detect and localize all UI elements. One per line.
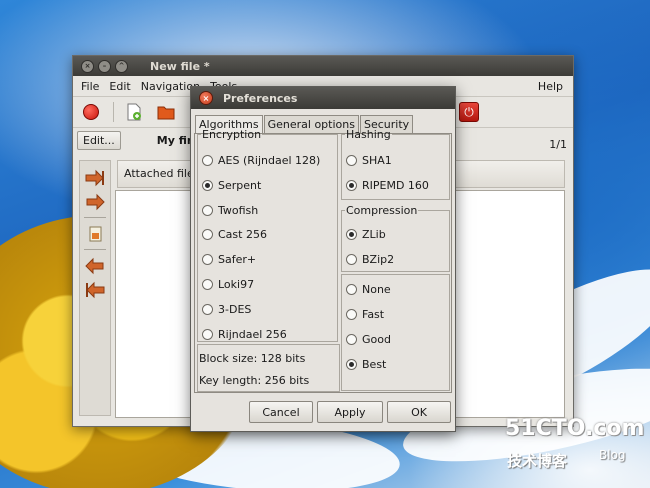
ok-button[interactable]: OK bbox=[387, 401, 451, 423]
cancel-button[interactable]: Cancel bbox=[249, 401, 313, 423]
radio-button[interactable] bbox=[346, 283, 357, 295]
watermark-subtitle: 技术博客 bbox=[507, 452, 568, 470]
radio-button[interactable] bbox=[202, 253, 213, 265]
radio-button[interactable] bbox=[202, 303, 213, 315]
option-label: None bbox=[362, 282, 391, 296]
radio-button[interactable] bbox=[202, 328, 213, 340]
radio-3des[interactable]: 3-DES bbox=[202, 302, 251, 316]
radio-serpent[interactable]: Serpent bbox=[202, 178, 261, 192]
radio-fast[interactable]: Fast bbox=[346, 307, 384, 321]
radio-button[interactable] bbox=[346, 253, 357, 265]
attach-file-icon[interactable] bbox=[85, 225, 105, 243]
radio-button[interactable] bbox=[202, 179, 213, 191]
option-label: BZip2 bbox=[362, 252, 395, 266]
hashing-group: Hashing SHA1 RIPEMD 160 bbox=[341, 128, 450, 200]
radio-twofish[interactable]: Twofish bbox=[202, 203, 258, 217]
menu-file[interactable]: File bbox=[81, 80, 99, 93]
option-label: Serpent bbox=[218, 178, 262, 192]
radio-button[interactable] bbox=[346, 308, 357, 320]
dialog-buttons: Cancel Apply OK bbox=[191, 401, 455, 425]
encryption-group: Encryption AES (Rijndael 128) Serpent Tw… bbox=[197, 128, 338, 342]
compression-legend: Compression bbox=[346, 204, 418, 217]
option-label: Rijndael 256 bbox=[218, 327, 287, 341]
radio-loki97[interactable]: Loki97 bbox=[202, 277, 254, 291]
option-label: Cast 256 bbox=[218, 227, 267, 241]
close-icon[interactable]: × bbox=[199, 91, 213, 105]
watermark-blog: Blog bbox=[599, 448, 626, 462]
radio-saferplus[interactable]: Safer+ bbox=[202, 252, 256, 266]
menu-edit[interactable]: Edit bbox=[109, 80, 130, 93]
option-label: SHA1 bbox=[362, 153, 392, 167]
option-label: Best bbox=[362, 357, 387, 371]
compression-group: Compression ZLib BZip2 bbox=[341, 204, 450, 272]
side-separator bbox=[84, 249, 106, 250]
open-folder-icon[interactable] bbox=[156, 102, 176, 122]
radio-best[interactable]: Best bbox=[346, 357, 386, 371]
option-label: Safer+ bbox=[218, 252, 257, 266]
main-titlebar: × – ^ New file * bbox=[73, 56, 573, 76]
record-icon[interactable] bbox=[81, 102, 101, 122]
compression-level-group: None Fast Good Best bbox=[341, 274, 450, 391]
radio-button[interactable] bbox=[346, 179, 357, 191]
menu-help[interactable]: Help bbox=[538, 80, 563, 93]
power-icon[interactable]: ⏻ bbox=[459, 102, 479, 122]
algorithms-panel: Encryption AES (Rijndael 128) Serpent Tw… bbox=[194, 128, 452, 393]
radio-bzip2[interactable]: BZip2 bbox=[346, 252, 394, 266]
option-label: AES (Rijndael 128) bbox=[218, 153, 321, 167]
radio-cast256[interactable]: Cast 256 bbox=[202, 227, 267, 241]
window-title: New file * bbox=[150, 59, 210, 73]
radio-none[interactable]: None bbox=[346, 282, 391, 296]
side-separator bbox=[84, 217, 106, 218]
new-file-icon[interactable] bbox=[124, 102, 144, 122]
dialog-title: Preferences bbox=[223, 91, 298, 105]
option-label: RIPEMD 160 bbox=[362, 178, 429, 192]
move-last-right-icon[interactable] bbox=[85, 169, 105, 187]
radio-zlib[interactable]: ZLib bbox=[346, 227, 386, 241]
radio-rijndael256[interactable]: Rijndael 256 bbox=[202, 327, 287, 341]
side-toolbar bbox=[79, 160, 111, 416]
toolbar-separator bbox=[113, 102, 114, 122]
radio-button[interactable] bbox=[346, 358, 357, 370]
option-label: Loki97 bbox=[218, 277, 255, 291]
radio-ripemd160[interactable]: RIPEMD 160 bbox=[346, 178, 429, 192]
encryption-legend: Encryption bbox=[202, 128, 262, 141]
edit-button[interactable]: Edit... bbox=[77, 130, 121, 150]
radio-button[interactable] bbox=[202, 204, 213, 216]
radio-button[interactable] bbox=[202, 278, 213, 290]
maximize-icon[interactable]: ^ bbox=[115, 59, 128, 73]
watermark-logo: 51CTO.com bbox=[505, 416, 645, 441]
info-box bbox=[197, 344, 340, 392]
move-left-icon[interactable] bbox=[85, 257, 105, 275]
minimize-icon[interactable]: – bbox=[98, 59, 111, 73]
move-first-left-icon[interactable] bbox=[85, 281, 105, 299]
radio-button[interactable] bbox=[346, 154, 357, 166]
radio-aes[interactable]: AES (Rijndael 128) bbox=[202, 153, 320, 167]
radio-button[interactable] bbox=[346, 228, 357, 240]
radio-button[interactable] bbox=[346, 333, 357, 345]
hashing-legend: Hashing bbox=[346, 128, 391, 141]
close-icon[interactable]: × bbox=[81, 59, 94, 73]
attached-files-label: Attached files bbox=[124, 167, 200, 180]
option-label: ZLib bbox=[362, 227, 386, 241]
option-label: Fast bbox=[362, 307, 385, 321]
radio-sha1[interactable]: SHA1 bbox=[346, 153, 392, 167]
option-label: 3-DES bbox=[218, 302, 252, 316]
apply-button[interactable]: Apply bbox=[317, 401, 383, 423]
option-label: Twofish bbox=[218, 203, 259, 217]
page-indicator: 1/1 bbox=[549, 138, 567, 151]
preferences-dialog: × Preferences Algorithms General options… bbox=[190, 86, 456, 432]
move-right-icon[interactable] bbox=[85, 193, 105, 211]
option-label: Good bbox=[362, 332, 391, 346]
radio-good[interactable]: Good bbox=[346, 332, 391, 346]
radio-button[interactable] bbox=[202, 228, 213, 240]
dialog-titlebar: × Preferences bbox=[191, 87, 455, 109]
radio-button[interactable] bbox=[202, 154, 213, 166]
